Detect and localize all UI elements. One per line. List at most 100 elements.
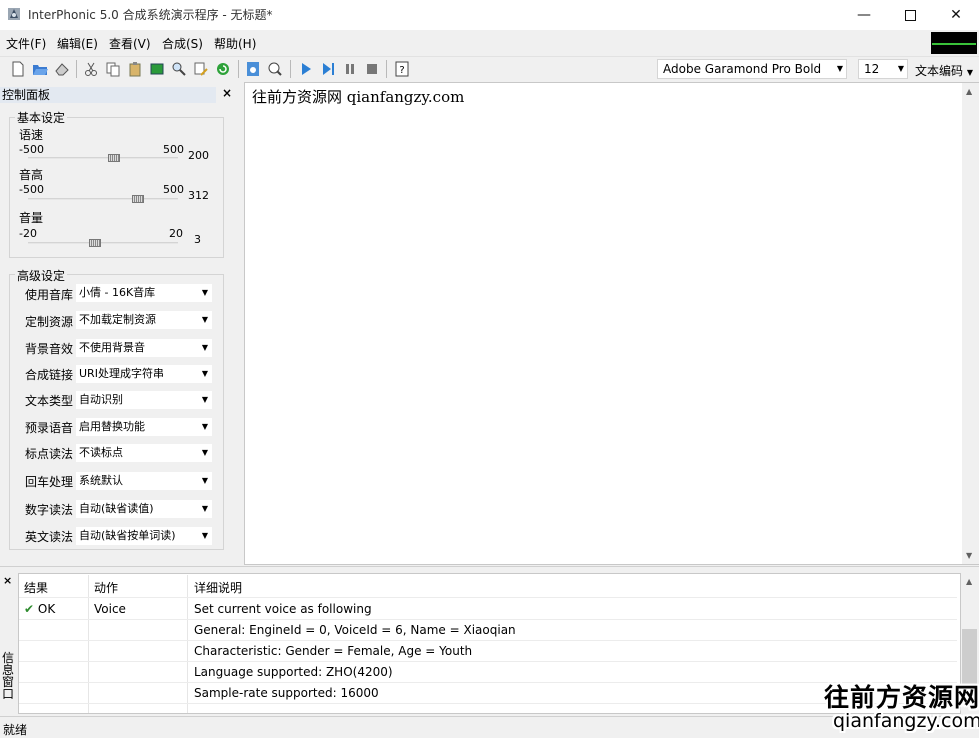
cut-button[interactable] <box>82 60 100 78</box>
pitch-slider-thumb[interactable] <box>131 195 144 203</box>
magnifier-icon <box>172 62 186 76</box>
table-row-detail: Set current voice as following <box>194 602 372 616</box>
minimize-button[interactable]: — <box>841 0 887 30</box>
text-process-button[interactable] <box>244 60 262 78</box>
copy-button[interactable] <box>104 60 122 78</box>
panel-splitter[interactable] <box>0 566 979 572</box>
table-row-result: ✔ OK <box>24 602 55 616</box>
volume-slider-thumb[interactable] <box>88 239 101 247</box>
chevron-down-icon: ▼ <box>201 395 208 404</box>
pause-button[interactable] <box>341 60 359 78</box>
row-divider <box>19 619 957 620</box>
stop-button[interactable] <box>363 60 381 78</box>
table-row-detail: Characteristic: Gender = Female, Age = Y… <box>194 644 473 658</box>
speed-label: 语速 <box>19 128 44 142</box>
font-name-select[interactable]: Adobe Garamond Pro Bold ▼ <box>657 59 847 79</box>
voice-library-select[interactable]: 小倩 - 16K音库 ▼ <box>76 284 212 302</box>
speed-slider-thumb[interactable] <box>108 154 121 162</box>
number-reading-label: 数字读法 <box>25 503 74 517</box>
replace-button[interactable] <box>192 60 210 78</box>
punctuation-value: 不读标点 <box>79 446 123 459</box>
editor-text[interactable]: 往前方资源网 qianfangzy.com <box>252 86 464 107</box>
result-value: OK <box>37 602 56 616</box>
info-panel-close-icon[interactable]: × <box>3 574 12 587</box>
enter-handling-select[interactable]: 系统默认 ▼ <box>76 472 212 490</box>
row-divider <box>19 682 957 683</box>
play-icon <box>302 63 311 75</box>
volume-label: 音量 <box>19 211 44 225</box>
toolbar-separator <box>290 60 291 78</box>
speed-max: 500 <box>163 143 184 156</box>
prerecorded-voice-value: 启用替换功能 <box>79 420 145 433</box>
control-panel-close-icon[interactable]: × <box>222 86 232 100</box>
volume-slider-track[interactable] <box>28 242 178 244</box>
link-handling-select[interactable]: URI处理成字符串 ▼ <box>76 365 212 383</box>
number-reading-select[interactable]: 自动(缺省读值) ▼ <box>76 500 212 518</box>
font-size-select[interactable]: 12 ▼ <box>858 59 908 79</box>
text-editor[interactable] <box>244 82 979 565</box>
select-all-button[interactable] <box>148 60 166 78</box>
column-header-result[interactable]: 结果 <box>24 579 48 596</box>
menu-help[interactable]: 帮助(H) <box>214 35 256 52</box>
minimize-icon: — <box>857 7 871 23</box>
prerecorded-voice-label: 预录语音 <box>25 421 74 435</box>
scissors-icon <box>85 62 97 76</box>
paste-button[interactable] <box>126 60 144 78</box>
scroll-up-icon[interactable]: ▲ <box>966 87 972 96</box>
play-from-cursor-button[interactable] <box>319 60 337 78</box>
column-header-action[interactable]: 动作 <box>94 579 118 596</box>
search-text-icon <box>268 62 282 76</box>
chevron-down-icon: ▼ <box>897 64 904 73</box>
column-separator <box>187 575 188 713</box>
menu-file[interactable]: 文件(F) <box>6 35 46 52</box>
menu-view[interactable]: 查看(V) <box>109 35 151 52</box>
refresh-button[interactable] <box>214 60 232 78</box>
chevron-down-icon: ▼ <box>201 476 208 485</box>
pitch-value: 312 <box>188 189 209 202</box>
play-button[interactable] <box>297 60 315 78</box>
english-reading-label: 英文读法 <box>25 530 74 544</box>
scroll-up-icon[interactable]: ▲ <box>966 577 972 586</box>
stop-icon <box>367 64 377 74</box>
maximize-button[interactable] <box>887 0 933 30</box>
save-button[interactable] <box>53 60 71 78</box>
prerecorded-voice-select[interactable]: 启用替换功能 ▼ <box>76 418 212 436</box>
menu-synthesis[interactable]: 合成(S) <box>162 35 203 52</box>
column-separator <box>88 575 89 713</box>
pitch-slider-track[interactable] <box>28 198 178 200</box>
scroll-down-icon[interactable]: ▼ <box>966 551 972 560</box>
punctuation-label: 标点读法 <box>25 447 74 461</box>
watermark-text: 往前方资源网 <box>824 683 979 712</box>
chevron-down-icon: ▼ <box>201 504 208 513</box>
find-button[interactable] <box>170 60 188 78</box>
menu-edit[interactable]: 编辑(E) <box>57 35 98 52</box>
volume-max: 20 <box>169 227 183 240</box>
basic-settings-legend: 基本设定 <box>15 109 68 126</box>
open-button[interactable] <box>31 60 49 78</box>
font-size-value: 12 <box>864 62 880 76</box>
punctuation-select[interactable]: 不读标点 ▼ <box>76 444 212 462</box>
speed-slider-track[interactable] <box>28 157 178 159</box>
english-reading-select[interactable]: 自动(缺省按单词读) ▼ <box>76 527 212 545</box>
new-button[interactable] <box>9 60 27 78</box>
custom-resource-select[interactable]: 不加载定制资源 ▼ <box>76 311 212 329</box>
table-row-detail: General: EngineId = 0, VoiceId = 6, Name… <box>194 623 516 637</box>
row-divider <box>19 703 957 704</box>
editor-scrollbar[interactable] <box>962 83 979 564</box>
text-type-select[interactable]: 自动识别 ▼ <box>76 391 212 409</box>
help-button[interactable]: ? <box>393 60 411 78</box>
analyze-button[interactable] <box>266 60 284 78</box>
english-reading-value: 自动(缺省按单词读) <box>79 529 176 542</box>
help-question-icon: ? <box>395 61 409 77</box>
encoding-label: 文本编码 <box>915 64 964 78</box>
toolbar-separator <box>76 60 77 78</box>
background-sound-select[interactable]: 不使用背景音 ▼ <box>76 339 212 357</box>
column-header-detail[interactable]: 详细说明 <box>194 579 242 596</box>
refresh-icon <box>217 63 229 75</box>
close-button[interactable]: ✕ <box>933 0 979 30</box>
encoding-dropdown[interactable]: 文本编码 ▼ <box>915 62 973 79</box>
chevron-down-icon: ▼ <box>201 315 208 324</box>
audio-level-line <box>932 43 976 45</box>
chevron-down-icon: ▼ <box>966 68 973 77</box>
check-icon: ✔ <box>24 602 35 616</box>
